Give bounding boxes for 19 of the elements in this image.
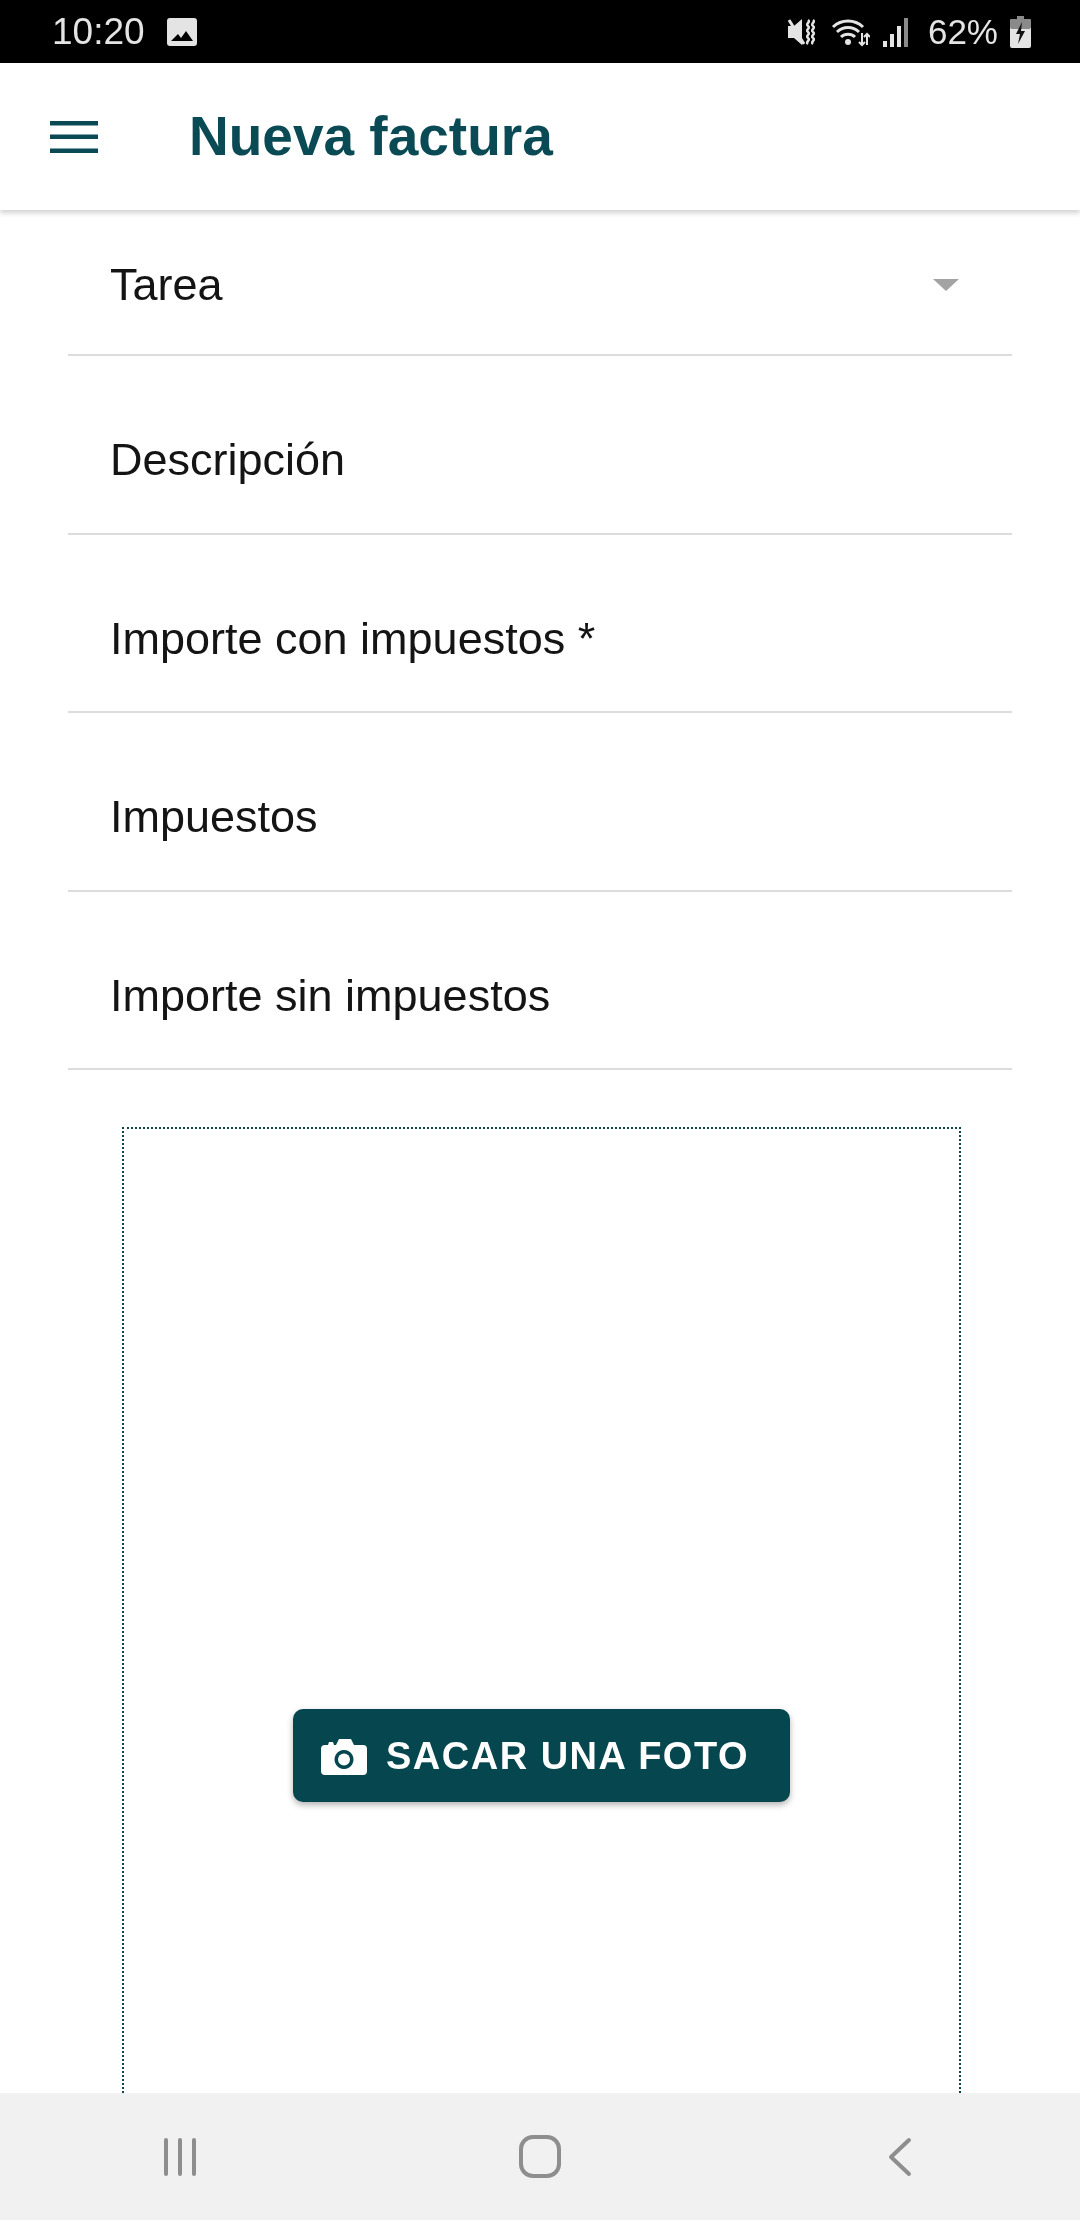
input-field[interactable]: Importe con impuestos *	[68, 534, 1012, 713]
dropdown-field[interactable]: Tarea	[68, 210, 1012, 356]
battery-percentage: 62%	[927, 14, 998, 49]
take-photo-button[interactable]: SACAR UNA FOTO	[293, 1709, 790, 1802]
recent-apps-icon[interactable]	[163, 2136, 197, 2177]
battery-charging-icon	[1010, 15, 1031, 48]
back-icon[interactable]	[888, 2136, 912, 2177]
page-title: Nueva factura	[189, 109, 553, 164]
input-field[interactable]: Impuestos	[68, 713, 1012, 892]
home-icon[interactable]	[519, 2135, 561, 2178]
image-icon	[166, 17, 197, 46]
menu-icon[interactable]	[50, 120, 98, 153]
status-time: 10:20	[52, 13, 145, 50]
signal-icon	[882, 16, 910, 47]
camera-icon	[321, 1736, 367, 1775]
mute-icon	[785, 16, 817, 47]
input-field[interactable]: Importe sin impuestos	[68, 891, 1012, 1070]
caret-down-icon	[933, 279, 959, 291]
input-field[interactable]: Descripción	[68, 356, 1012, 535]
